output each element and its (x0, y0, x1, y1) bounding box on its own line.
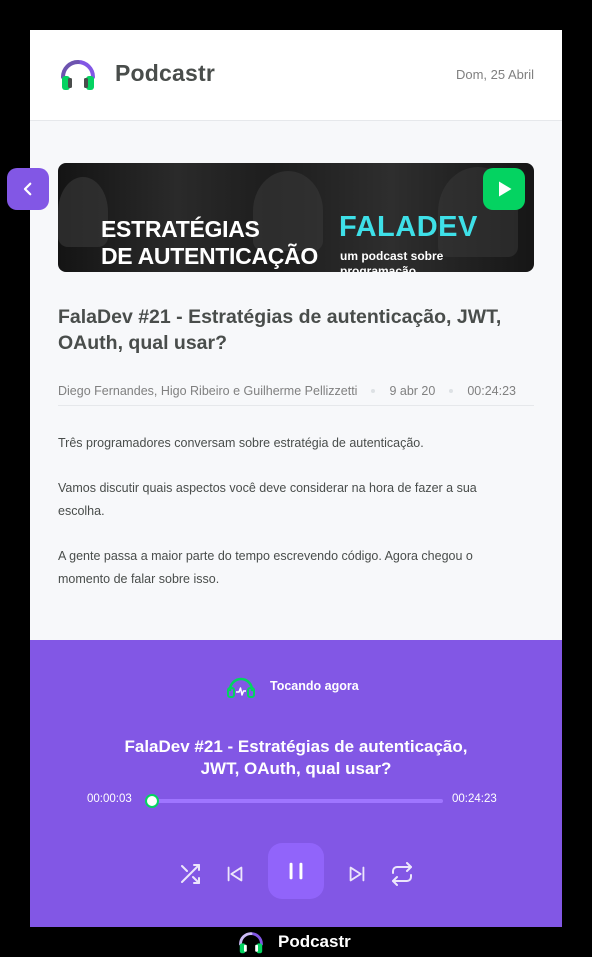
shuffle-button[interactable] (177, 861, 203, 887)
banner-subtitle: um podcast sobre programação (340, 249, 444, 272)
previous-episode-button[interactable] (7, 168, 49, 210)
episode-duration: 00:24:23 (467, 384, 516, 398)
description-paragraph: Vamos discutir quais aspectos você deve … (58, 481, 477, 518)
separator-dot (371, 389, 376, 393)
episode-thumbnail: ESTRATÉGIAS DE AUTENTICAÇÃO FALADEV um p… (58, 163, 534, 272)
player-panel: Tocando agora FalaDev #21 - Estratégias … (30, 640, 562, 927)
app-title: Podcastr (115, 60, 216, 86)
progress-thumb[interactable] (144, 794, 159, 808)
episode-meta: Diego Fernandes, Higo Ribeiro e Guilherm… (58, 376, 534, 406)
chevron-left-icon (23, 182, 32, 196)
play-episode-button[interactable] (483, 168, 525, 210)
play-icon (499, 181, 512, 197)
player-episode-title: FalaDev #21 - Estratégias de autenticaçã… (124, 737, 468, 778)
previous-button[interactable] (222, 861, 248, 887)
total-time: 00:24:23 (452, 793, 497, 805)
now-playing-label: Tocando agora (270, 679, 359, 693)
divider (58, 405, 534, 406)
episode-description: Três programadores conversam sobre estra… (58, 432, 518, 613)
description-paragraph: A gente passa a maior parte do tempo esc… (58, 549, 473, 586)
pause-button[interactable] (268, 843, 324, 899)
headphones-icon (239, 932, 263, 954)
separator-dot (449, 389, 454, 393)
repeat-icon (392, 862, 412, 886)
now-playing-header: Tocando agora (226, 673, 359, 699)
skip-next-icon (349, 866, 365, 882)
banner-title: ESTRATÉGIAS DE AUTENTICAÇÃO (101, 216, 318, 269)
next-button[interactable] (344, 861, 370, 887)
description-paragraph: Três programadores conversam sobre estra… (58, 436, 424, 450)
repeat-button[interactable] (389, 861, 415, 887)
pause-icon (289, 862, 303, 880)
bottom-dock: Podcastr (237, 927, 351, 957)
headphones-icon (227, 677, 255, 698)
current-time: 00:00:03 (87, 793, 132, 805)
banner-brand: FALADEV (339, 211, 478, 243)
episode-date: 9 abr 20 (389, 384, 436, 398)
shuffle-icon (181, 864, 200, 884)
headphones-icon (61, 60, 95, 90)
progress-slider[interactable] (144, 794, 443, 808)
dock-app-name: Podcastr (278, 932, 351, 951)
current-date: Dom, 25 Abril (455, 67, 534, 82)
app-screen: Podcastr Dom, 25 Abril ESTRATÉGIAS DE AU… (30, 30, 562, 927)
skip-previous-icon (227, 866, 243, 882)
episode-title: FalaDev #21 - Estratégias de autenticaçã… (58, 306, 502, 354)
episode-members: Diego Fernandes, Higo Ribeiro e Guilherm… (58, 384, 358, 398)
app-header: Podcastr Dom, 25 Abril (30, 30, 562, 121)
